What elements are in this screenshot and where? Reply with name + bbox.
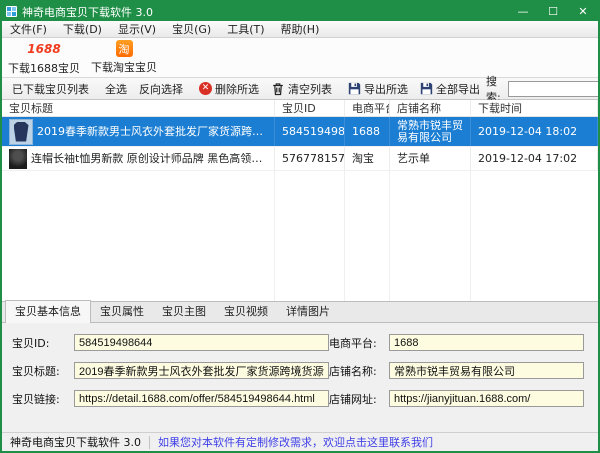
menu-bar: 文件(F) 下载(D) 显示(V) 宝贝(G) 工具(T) 帮助(H) xyxy=(2,21,598,38)
download-time: 2019-12-04 17:02 xyxy=(471,147,598,170)
product-title-label: 宝贝标题: xyxy=(12,363,74,379)
minimize-button[interactable]: — xyxy=(508,2,538,21)
product-thumbnail xyxy=(9,119,33,145)
title-bar: 神奇电商宝贝下载软件 3.0 — ☐ ✕ xyxy=(2,2,598,21)
delete-icon: ✕ xyxy=(199,82,212,95)
column-header-platform[interactable]: 电商平台 xyxy=(345,100,390,116)
close-button[interactable]: ✕ xyxy=(568,2,598,21)
taobao-icon: 淘 xyxy=(116,40,133,57)
download-1688-label: 下载1688宝贝 xyxy=(8,60,80,76)
tab-main-images[interactable]: 宝贝主图 xyxy=(153,301,215,322)
trash-icon xyxy=(271,82,285,96)
tab-video[interactable]: 宝贝视频 xyxy=(215,301,277,322)
table-header-row: 宝贝标题 宝贝ID 电商平台 店铺名称 下载时间 xyxy=(2,100,598,117)
download-taobao-label: 下载淘宝宝贝 xyxy=(91,59,157,75)
app-window: 神奇电商宝贝下载软件 3.0 — ☐ ✕ 文件(F) 下载(D) 显示(V) 宝… xyxy=(0,0,600,453)
app-icon xyxy=(6,6,17,17)
table-row[interactable]: 2019春季新款男士风衣外套批发厂家货源跨境货源wish速卖通亚 5845194… xyxy=(2,117,598,147)
product-id-field[interactable] xyxy=(74,334,329,351)
product-link-field[interactable] xyxy=(74,390,329,407)
maximize-button[interactable]: ☐ xyxy=(538,2,568,21)
menu-download[interactable]: 下载(D) xyxy=(55,21,110,37)
status-app-name: 神奇电商宝贝下载软件 3.0 xyxy=(2,434,149,450)
invert-selection-button[interactable]: 反向选择 xyxy=(133,78,189,99)
product-thumbnail xyxy=(9,149,27,169)
save-floppy-icon xyxy=(348,82,361,95)
export-all-label: 全部导出 xyxy=(436,81,480,97)
basic-info-form: 宝贝ID: 宝贝标题: 宝贝链接: 电商平台: 店铺名称: xyxy=(2,323,598,432)
product-link-label: 宝贝链接: xyxy=(12,391,74,407)
product-id: 584519498644 xyxy=(275,117,345,146)
shop-name: 艺示单 xyxy=(390,147,471,170)
platform-label: 电商平台: xyxy=(329,335,389,351)
shop-name-field[interactable] xyxy=(389,362,584,379)
product-title: 连帽长袖t恤男新款 原创设计师品牌 黑色高领打底衫秋季 暗黑小众 xyxy=(31,153,267,165)
column-header-title[interactable]: 宝贝标题 xyxy=(2,100,275,116)
platform: 淘宝 xyxy=(345,147,390,170)
menu-view[interactable]: 显示(V) xyxy=(110,21,164,37)
product-id: 576778157186 xyxy=(275,147,345,170)
menu-help[interactable]: 帮助(H) xyxy=(273,21,328,37)
save-all-floppy-icon xyxy=(420,82,433,95)
product-title-field[interactable] xyxy=(74,362,329,379)
export-selected-label: 导出所选 xyxy=(364,81,408,97)
menu-item[interactable]: 宝贝(G) xyxy=(164,21,219,37)
download-taobao-button[interactable]: 淘 下载淘宝宝贝 xyxy=(84,38,164,77)
column-header-id[interactable]: 宝贝ID xyxy=(275,100,345,116)
logo-1688-icon: 1688 xyxy=(27,40,60,58)
detail-panel: 宝贝基本信息 宝贝属性 宝贝主图 宝贝视频 详情图片 宝贝ID: 宝贝标题: 宝… xyxy=(2,301,598,432)
search-input[interactable] xyxy=(508,81,600,97)
export-selected-button[interactable]: 导出所选 xyxy=(342,78,414,99)
column-header-shop[interactable]: 店铺名称 xyxy=(390,100,471,116)
downloaded-items-table: 宝贝标题 宝贝ID 电商平台 店铺名称 下载时间 2019春季新款男士风衣外套批… xyxy=(2,100,598,301)
product-title: 2019春季新款男士风衣外套批发厂家货源跨境货源wish速卖通亚 xyxy=(37,126,267,138)
menu-tools[interactable]: 工具(T) xyxy=(219,21,272,37)
clear-list-label: 清空列表 xyxy=(288,81,332,97)
coat-image xyxy=(14,122,29,142)
list-toolbar: 已下载宝贝列表 全选 反向选择 ✕ 删除所选 清空列表 导出所选 全部导出 xyxy=(2,78,598,100)
table-row[interactable]: 连帽长袖t恤男新款 原创设计师品牌 黑色高领打底衫秋季 暗黑小众 5767781… xyxy=(2,147,598,171)
column-header-time[interactable]: 下载时间 xyxy=(471,100,598,116)
select-all-button[interactable]: 全选 xyxy=(99,78,133,99)
shop-url-label: 店铺网址: xyxy=(329,391,389,407)
detail-tabs: 宝贝基本信息 宝贝属性 宝贝主图 宝贝视频 详情图片 xyxy=(2,302,598,323)
clear-list-button[interactable]: 清空列表 xyxy=(265,78,338,99)
tab-detail-images[interactable]: 详情图片 xyxy=(277,301,339,322)
window-title: 神奇电商宝贝下载软件 3.0 xyxy=(22,4,508,20)
tab-attributes[interactable]: 宝贝属性 xyxy=(91,301,153,322)
shop-name-label: 店铺名称: xyxy=(329,363,389,379)
downloaded-list-label: 已下载宝贝列表 xyxy=(6,78,95,99)
download-time: 2019-12-04 18:02 xyxy=(471,117,598,146)
platform-field[interactable] xyxy=(389,334,584,351)
tab-basic-info[interactable]: 宝贝基本信息 xyxy=(5,300,91,323)
status-bar: 神奇电商宝贝下载软件 3.0 如果您对本软件有定制修改需求，欢迎点击这里联系我们 xyxy=(2,432,598,451)
shop-url-field[interactable] xyxy=(389,390,584,407)
shop-name: 常熟市锐丰贸易有限公司 xyxy=(390,117,471,146)
table-empty-area xyxy=(2,171,598,301)
delete-selected-label: 删除所选 xyxy=(215,81,259,97)
platform: 1688 xyxy=(345,117,390,146)
contact-us-link[interactable]: 如果您对本软件有定制修改需求，欢迎点击这里联系我们 xyxy=(150,434,441,450)
export-all-button[interactable]: 全部导出 xyxy=(414,78,486,99)
download-1688-button[interactable]: 1688 下载1688宝贝 xyxy=(4,38,84,77)
menu-file[interactable]: 文件(F) xyxy=(2,21,55,37)
product-id-label: 宝贝ID: xyxy=(12,335,74,351)
delete-selected-button[interactable]: ✕ 删除所选 xyxy=(193,78,265,99)
